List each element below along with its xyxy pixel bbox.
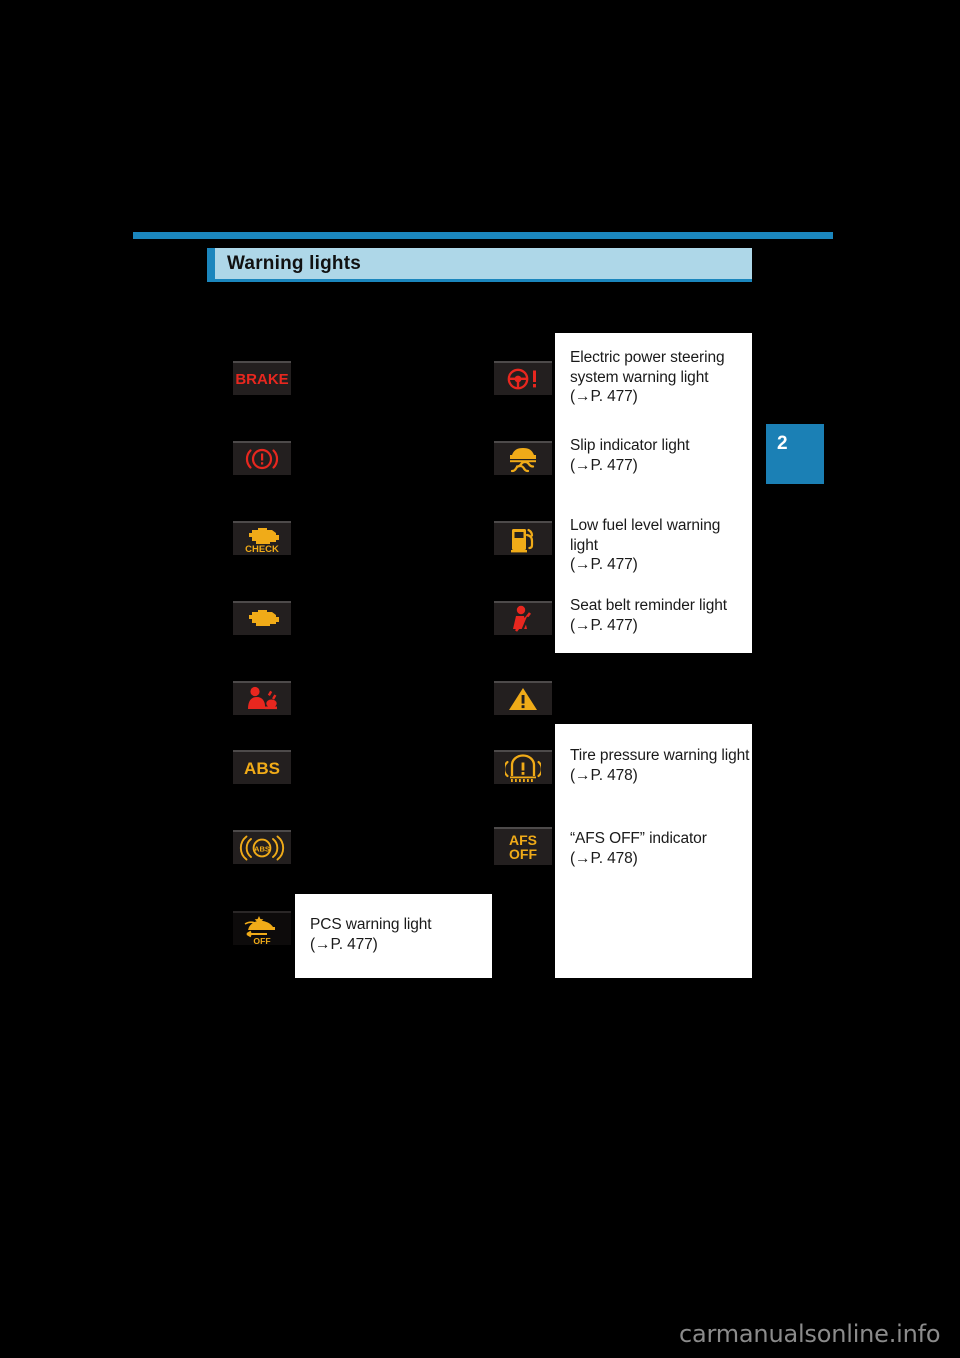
abs-circled-text: ABS xyxy=(254,844,270,853)
afs-label-line1: AFS xyxy=(509,832,537,848)
manual-page: Warning lights 2 BRAKE CHECK ABS ABS OFF… xyxy=(0,0,960,1358)
pcs-description-line1: PCS warning light xyxy=(310,916,432,933)
fuel-description: Low fuel level warning light (→P. 477) xyxy=(570,516,750,575)
seat-belt-reminder-light-icon xyxy=(494,601,552,635)
brake-system-warning-light-icon xyxy=(233,441,291,475)
car-skid-glyph xyxy=(510,448,536,473)
fuel-description-line1: Low fuel level warning light xyxy=(570,517,721,554)
triangle-exclamation-glyph xyxy=(509,688,537,710)
pcs-warning-light-icon: OFF xyxy=(233,911,291,945)
pcs-off-glyph: OFF xyxy=(244,916,275,945)
site-watermark: carmanualsonline.info xyxy=(679,1320,941,1348)
afs-description-line1: “AFS OFF” indicator xyxy=(570,830,707,847)
engine-glyph xyxy=(249,610,279,626)
seatbelt-description: Seat belt reminder light (→P. 477) xyxy=(570,596,750,635)
afs-off-indicator-icon: AFS OFF xyxy=(494,827,552,865)
brake-circle-exclamation-glyph xyxy=(245,448,279,470)
electric-power-steering-warning-light-icon xyxy=(494,361,552,395)
afs-page-reference[interactable]: (→P. 478) xyxy=(570,849,750,869)
pcs-description: PCS warning light (→P. 477) xyxy=(310,915,485,954)
page-title: Warning lights xyxy=(227,252,362,274)
fuel-pump-glyph xyxy=(511,528,534,552)
section-header-underline xyxy=(207,279,752,282)
malfunction-indicator-lamp-icon xyxy=(233,601,291,635)
brake-label: BRAKE xyxy=(235,370,289,388)
afs-label-line2: OFF xyxy=(509,846,537,862)
tire-description-line1: Tire pressure warning light xyxy=(570,747,750,764)
tire-page-reference[interactable]: (→P. 478) xyxy=(570,766,750,786)
eps-page-reference[interactable]: (→P. 477) xyxy=(570,387,745,407)
slip-description-line1: Slip indicator light xyxy=(570,437,690,454)
section-header-accent xyxy=(207,248,215,279)
airbag-glyph xyxy=(248,686,277,710)
slip-indicator-light-icon xyxy=(494,441,552,475)
check-engine-glyph: CHECK xyxy=(245,528,279,554)
pcs-page-reference[interactable]: (→P. 477) xyxy=(310,935,485,955)
top-rule-divider xyxy=(133,232,833,239)
pcs-off-text: OFF xyxy=(253,936,270,945)
seatbelt-page-reference[interactable]: (→P. 477) xyxy=(570,616,750,636)
srs-airbag-warning-light-icon xyxy=(233,681,291,715)
master-warning-light-icon xyxy=(494,681,552,715)
eps-description: Electric power steering system warning l… xyxy=(570,348,745,407)
eps-description-line1: Electric power steering xyxy=(570,349,725,366)
abs-circled-glyph: ABS xyxy=(239,835,285,861)
tire-description: Tire pressure warning light (→P. 478) xyxy=(570,746,750,785)
abs-label: ABS xyxy=(244,758,280,778)
slip-page-reference[interactable]: (→P. 477) xyxy=(570,456,745,476)
slip-description: Slip indicator light (→P. 477) xyxy=(570,436,745,475)
brake-assist-warning-light-icon: ABS xyxy=(233,830,291,864)
seatbelt-description-line1: Seat belt reminder light xyxy=(570,597,727,614)
abs-warning-light-icon: ABS xyxy=(233,750,291,784)
afs-description: “AFS OFF” indicator (→P. 478) xyxy=(570,829,750,868)
eps-description-line2: system warning light xyxy=(570,368,709,386)
chapter-tab-number: 2 xyxy=(777,433,788,454)
steering-wheel-exclamation-glyph xyxy=(507,368,536,390)
section-header-bar: Warning lights xyxy=(207,248,752,279)
fuel-page-reference[interactable]: (→P. 477) xyxy=(570,555,750,575)
low-fuel-level-warning-light-icon xyxy=(494,521,552,555)
check-engine-text: CHECK xyxy=(245,544,279,554)
seat-belt-glyph xyxy=(513,605,532,632)
chapter-tab[interactable]: 2 xyxy=(766,424,824,484)
tire-pressure-warning-light-icon xyxy=(494,750,552,784)
tire-exclamation-glyph xyxy=(505,754,541,782)
check-engine-warning-light-icon: CHECK xyxy=(233,521,291,555)
brake-warning-light-icon: BRAKE xyxy=(233,361,291,395)
